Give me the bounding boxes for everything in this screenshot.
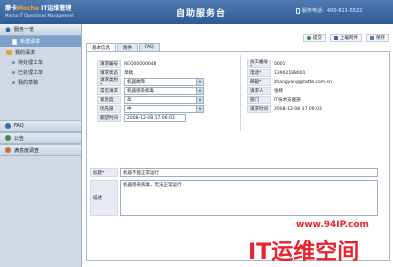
common-request-row: 常见请求 机器感染病毒 bbox=[97, 87, 204, 95]
bullet-icon bbox=[12, 70, 15, 74]
app-header: 摩卡Mocha IT运维管理 Mocha IT Operations Manag… bbox=[0, 0, 393, 24]
status-value: 草稿 bbox=[124, 71, 133, 76]
due-time-input[interactable]: 2008-12-08 17:06:03 bbox=[124, 114, 186, 122]
survey-icon bbox=[5, 147, 11, 153]
employee-no-value: 0001 bbox=[274, 61, 286, 67]
save-icon bbox=[370, 36, 374, 40]
sidebar-item-overview[interactable]: 服务一览 bbox=[0, 24, 81, 36]
priority-row: 优先级 中 bbox=[97, 105, 204, 113]
main-panel: 提交 上载附件 保存 基本信息 附件 FAQ 请求编号 REQ00000048 … bbox=[83, 24, 393, 267]
category-row: 请求类别* 机器故障 bbox=[97, 78, 204, 88]
chevron-down-icon bbox=[196, 97, 203, 103]
description-label: 描述 bbox=[90, 180, 118, 216]
sidebar: 服务一览 新建请求 我的请求 待处理工单 已处理工单 我的草稿 FAQ 公告 满… bbox=[0, 24, 82, 267]
request-no-value: REQ00000048 bbox=[124, 61, 157, 67]
chevron-down-icon bbox=[196, 88, 203, 94]
upload-icon bbox=[334, 36, 338, 40]
department-value: IT技术支援部 bbox=[274, 98, 301, 103]
department-row: 部门 IT技术支援部 bbox=[247, 96, 301, 104]
toolbar: 提交 上载附件 保存 bbox=[303, 34, 389, 42]
email-value: zhangyang@tatte.com.cn bbox=[274, 79, 332, 85]
priority-select[interactable]: 中 bbox=[124, 105, 204, 113]
request-time-value: 2008-12-08 17:06:03 bbox=[274, 106, 322, 112]
sidebar-item-announcement[interactable]: 公告 bbox=[0, 132, 81, 144]
urgency-row: 紧急度 高 bbox=[97, 96, 204, 104]
requester-row: 请求人 张杨 bbox=[247, 87, 283, 95]
watermark-name: IT运维空间 bbox=[248, 240, 360, 265]
due-time-row: 期望时间 2008-12-08 17:06:03 bbox=[97, 114, 186, 122]
phone-icon bbox=[296, 7, 300, 14]
request-time-row: 请求时间 2008-12-08 17:06:03 bbox=[247, 105, 322, 113]
employee-no-row: 员工编号* 0001 bbox=[247, 60, 286, 70]
common-request-select[interactable]: 机器感染病毒 bbox=[124, 87, 204, 95]
phone-row: 电话* 13902188001 bbox=[247, 69, 306, 77]
sidebar-item-new-request[interactable]: 新建请求 bbox=[0, 36, 81, 47]
chevron-down-icon bbox=[196, 106, 203, 112]
upload-attachment-button[interactable]: 上载附件 bbox=[330, 34, 362, 42]
description-textarea[interactable]: 机器感染病毒，无法正常运行 bbox=[120, 180, 378, 216]
tab-basic-info[interactable]: 基本信息 bbox=[86, 43, 116, 51]
announcement-icon bbox=[5, 135, 11, 141]
title-input[interactable]: 机器不能正常运行 bbox=[120, 168, 378, 177]
chevron-down-icon bbox=[196, 79, 203, 85]
tab-attachments[interactable]: 附件 bbox=[117, 43, 138, 51]
title-label: 标题* bbox=[90, 168, 118, 177]
urgency-select[interactable]: 高 bbox=[124, 96, 204, 104]
bullet-icon bbox=[12, 80, 15, 84]
folder-icon bbox=[6, 49, 12, 55]
check-icon bbox=[307, 36, 311, 40]
sidebar-item-processed[interactable]: 已处理工单 bbox=[0, 67, 81, 77]
requester-value: 张杨 bbox=[274, 89, 283, 94]
sidebar-item-survey[interactable]: 满意度调查 bbox=[0, 144, 81, 156]
tab-bar: 基本信息 附件 FAQ bbox=[86, 43, 160, 51]
column-divider bbox=[240, 55, 241, 131]
bullet-icon bbox=[12, 60, 15, 64]
category-select[interactable]: 机器故障 bbox=[124, 78, 204, 86]
page-title: 自助服务台 bbox=[176, 9, 227, 19]
email-row: 邮箱* zhangyang@tatte.com.cn bbox=[247, 78, 332, 86]
phone-value: 13902188001 bbox=[274, 70, 306, 76]
sidebar-item-drafts[interactable]: 我的草稿 bbox=[0, 77, 81, 87]
save-button[interactable]: 保存 bbox=[366, 34, 389, 42]
document-icon bbox=[12, 38, 17, 45]
brand-subtitle: Mocha IT Operations Management bbox=[5, 13, 74, 18]
watermark-url: www.94IP.com bbox=[296, 220, 369, 230]
home-icon bbox=[5, 27, 11, 32]
sidebar-item-pending[interactable]: 待处理工单 bbox=[0, 57, 81, 67]
sidebar-item-my-requests[interactable]: 我的请求 bbox=[0, 47, 81, 57]
sidebar-item-faq[interactable]: FAQ bbox=[0, 120, 81, 132]
hotline: 服务电话：400-611-5522 bbox=[296, 7, 362, 14]
submit-button[interactable]: 提交 bbox=[303, 34, 326, 42]
brand-logo: 摩卡Mocha IT运维管理 bbox=[5, 5, 72, 12]
request-no-row: 请求编号 REQ00000048 bbox=[97, 60, 156, 68]
faq-icon bbox=[5, 123, 11, 129]
tab-faq[interactable]: FAQ bbox=[139, 43, 160, 51]
